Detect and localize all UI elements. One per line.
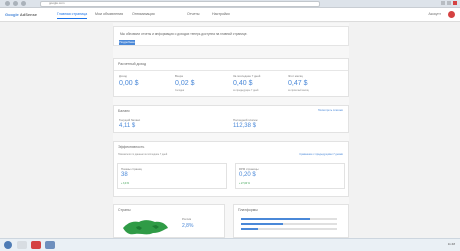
google-logo-text: Google xyxy=(5,12,19,17)
performance-title: Эффективность xyxy=(118,145,145,149)
earnings-metric-note-1: Сегодня xyxy=(175,89,185,92)
earnings-title: Расчетный доход xyxy=(118,62,147,66)
balance-card: Баланс Посмотреть платежи Текущий баланс… xyxy=(113,105,349,133)
page-rpm-value: 0,20 $ xyxy=(239,172,256,178)
pageviews-value: 38 xyxy=(121,172,128,178)
back-icon[interactable] xyxy=(5,1,10,6)
browser-window-icon[interactable] xyxy=(45,241,55,249)
adsense-logo[interactable]: Google AdSense xyxy=(5,12,37,17)
countries-title: Страны xyxy=(118,208,131,212)
start-icon[interactable] xyxy=(4,241,12,249)
close-icon[interactable] xyxy=(453,1,457,5)
balance-title: Баланс xyxy=(118,109,130,113)
minimize-icon[interactable] xyxy=(441,1,445,5)
pageviews-card: Показы страниц 38 + 3,9 % xyxy=(117,163,227,189)
earnings-metric-label-2: За последние 7 дней xyxy=(233,74,261,78)
avatar[interactable] xyxy=(448,11,455,18)
platform-bar-1 xyxy=(241,218,337,220)
address-bar[interactable]: google.com xyxy=(40,1,320,7)
app-header: Google AdSense Главная страница Мои объя… xyxy=(0,8,460,22)
earnings-metric-note-2: за предыдущие 7 дней xyxy=(233,89,259,92)
last-payment-value: 112,38 $ xyxy=(233,123,256,129)
payments-link[interactable]: Посмотреть платежи xyxy=(318,109,343,112)
earnings-card: Расчетный доход Доход 0,00 $ Вчера 0,02 … xyxy=(113,58,349,97)
notification-text: Мы обновили отчеты и информация о дохода… xyxy=(120,32,248,36)
world-map xyxy=(123,220,168,235)
tab-reports[interactable]: Отчеты xyxy=(187,12,199,16)
tab-settings[interactable]: Настройки xyxy=(212,12,230,16)
url-text: google.com xyxy=(49,1,65,5)
notification-banner: Мы обновили отчеты и информация о дохода… xyxy=(113,26,349,46)
platforms-card: Платформы xyxy=(233,204,349,238)
tab-optimization[interactable]: Оптимизация xyxy=(132,12,155,16)
page-rpm-card: RPM страницы 0,20 $ + 27,00 % xyxy=(235,163,345,189)
countries-card: Страны Россия 2,8% xyxy=(113,204,225,238)
earnings-metric-value-1: 0,02 $ xyxy=(175,80,195,87)
reload-icon[interactable] xyxy=(21,1,26,6)
platforms-title: Платформы xyxy=(238,208,258,212)
current-balance-value: 4,11 $ xyxy=(119,123,136,129)
page-rpm-label: RPM страницы xyxy=(239,167,259,171)
taskbar-time: 11:48 xyxy=(447,242,455,246)
explorer-icon[interactable] xyxy=(17,241,27,249)
earnings-divider xyxy=(114,70,348,71)
earnings-metric-label-0: Доход xyxy=(119,74,127,78)
country-name: Россия xyxy=(182,217,192,221)
browser-bar: google.com xyxy=(0,0,460,8)
notification-button[interactable]: Подробнее xyxy=(119,40,135,45)
tab-home[interactable]: Главная страница xyxy=(57,12,88,19)
pageviews-change: + 3,9 % xyxy=(121,182,130,185)
country-share: 2,8% xyxy=(182,223,194,229)
account-menu[interactable]: Аккаунт xyxy=(428,12,441,16)
performance-compare-link[interactable]: Сравнение с предыдущими 7 днями xyxy=(299,153,343,156)
product-logo-text: AdSense xyxy=(19,12,38,17)
pageviews-label: Показы страниц xyxy=(121,167,142,171)
performance-card: Эффективность Показатели по данным за по… xyxy=(113,141,349,197)
earnings-metric-label-3: Этот месяц xyxy=(288,74,303,78)
earnings-metric-label-1: Вчера xyxy=(175,74,183,78)
earnings-metric-value-2: 0,40 $ xyxy=(233,80,253,87)
performance-subtitle: Показатели по данным за последние 7 дней xyxy=(118,153,168,156)
platform-bar-3 xyxy=(241,228,337,230)
opera-icon[interactable] xyxy=(31,241,41,249)
platform-bar-2 xyxy=(241,223,337,225)
main-content: Мы обновили отчеты и информация о дохода… xyxy=(113,23,349,238)
windows-taskbar: 11:48 xyxy=(0,238,460,251)
tab-my-ads[interactable]: Мои объявления xyxy=(95,12,123,16)
page-rpm-change: + 27,00 % xyxy=(239,182,250,185)
earnings-metric-value-3: 0,47 $ xyxy=(288,80,308,87)
maximize-icon[interactable] xyxy=(447,1,451,5)
current-balance-label: Текущий баланс xyxy=(119,118,141,122)
forward-icon[interactable] xyxy=(13,1,18,6)
last-payment-label: Последний платеж xyxy=(233,118,258,122)
earnings-metric-note-3: за прошлый месяц xyxy=(288,89,309,92)
earnings-metric-value-0: 0,00 $ xyxy=(119,80,139,87)
